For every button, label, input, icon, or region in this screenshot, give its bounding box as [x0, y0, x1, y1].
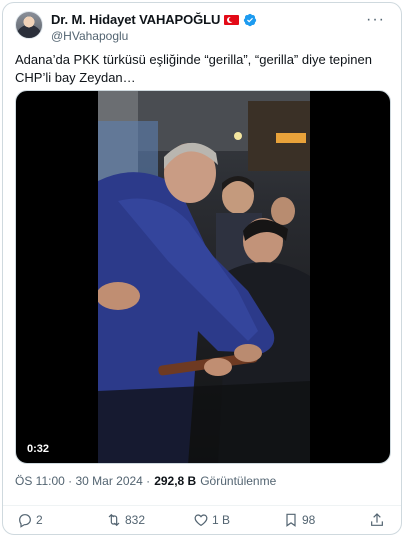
- repost-count: 832: [125, 513, 146, 527]
- video-duration: 0:32: [22, 441, 55, 457]
- video-frame[interactable]: [98, 91, 310, 463]
- like-button[interactable]: 1 B: [193, 512, 230, 528]
- more-options-icon[interactable]: ···: [366, 11, 385, 29]
- tweet-header: Dr. M. Hidayet VAHAPOĞLU @HVahapoglu ···: [15, 11, 389, 47]
- share-button[interactable]: [369, 512, 385, 528]
- author-info: Dr. M. Hidayet VAHAPOĞLU @HVahapoglu: [51, 11, 257, 44]
- bookmark-button[interactable]: 98: [283, 512, 315, 528]
- action-bar: 2 832 1 B 98: [3, 505, 401, 529]
- turkey-flag-icon: [224, 14, 240, 25]
- tweet-meta: ÖS 11:00 · 30 Mar 2024 · 292,8 B Görüntü…: [15, 474, 276, 488]
- verified-badge-icon: [244, 13, 257, 26]
- reply-button[interactable]: 2: [17, 512, 43, 528]
- timestamp[interactable]: ÖS 11:00 · 30 Mar 2024 ·: [15, 474, 150, 488]
- repost-button[interactable]: 832: [106, 512, 145, 528]
- bookmark-count: 98: [302, 513, 316, 527]
- views-count: 292,8 B: [154, 474, 197, 488]
- heart-icon: [194, 514, 208, 527]
- tweet-text: Adana’da PKK türküsü eşliğinde “gerilla”…: [15, 52, 372, 85]
- share-icon: [371, 513, 383, 526]
- bookmark-icon: [286, 513, 296, 527]
- video-thumbnail: [98, 91, 310, 463]
- reply-icon: [19, 514, 31, 528]
- reply-count: 2: [36, 513, 43, 527]
- avatar[interactable]: [15, 11, 43, 39]
- author-handle[interactable]: @HVahapoglu: [51, 28, 257, 44]
- author-display-name[interactable]: Dr. M. Hidayet VAHAPOĞLU: [51, 12, 220, 27]
- repost-icon: [108, 513, 120, 527]
- like-count: 1 B: [212, 513, 231, 527]
- tweet-card: Dr. M. Hidayet VAHAPOĞLU @HVahapoglu ···…: [2, 2, 402, 535]
- views-label: Görüntülenme: [200, 474, 277, 488]
- name-row: Dr. M. Hidayet VAHAPOĞLU: [51, 11, 257, 28]
- video-player[interactable]: 0:32: [15, 90, 391, 464]
